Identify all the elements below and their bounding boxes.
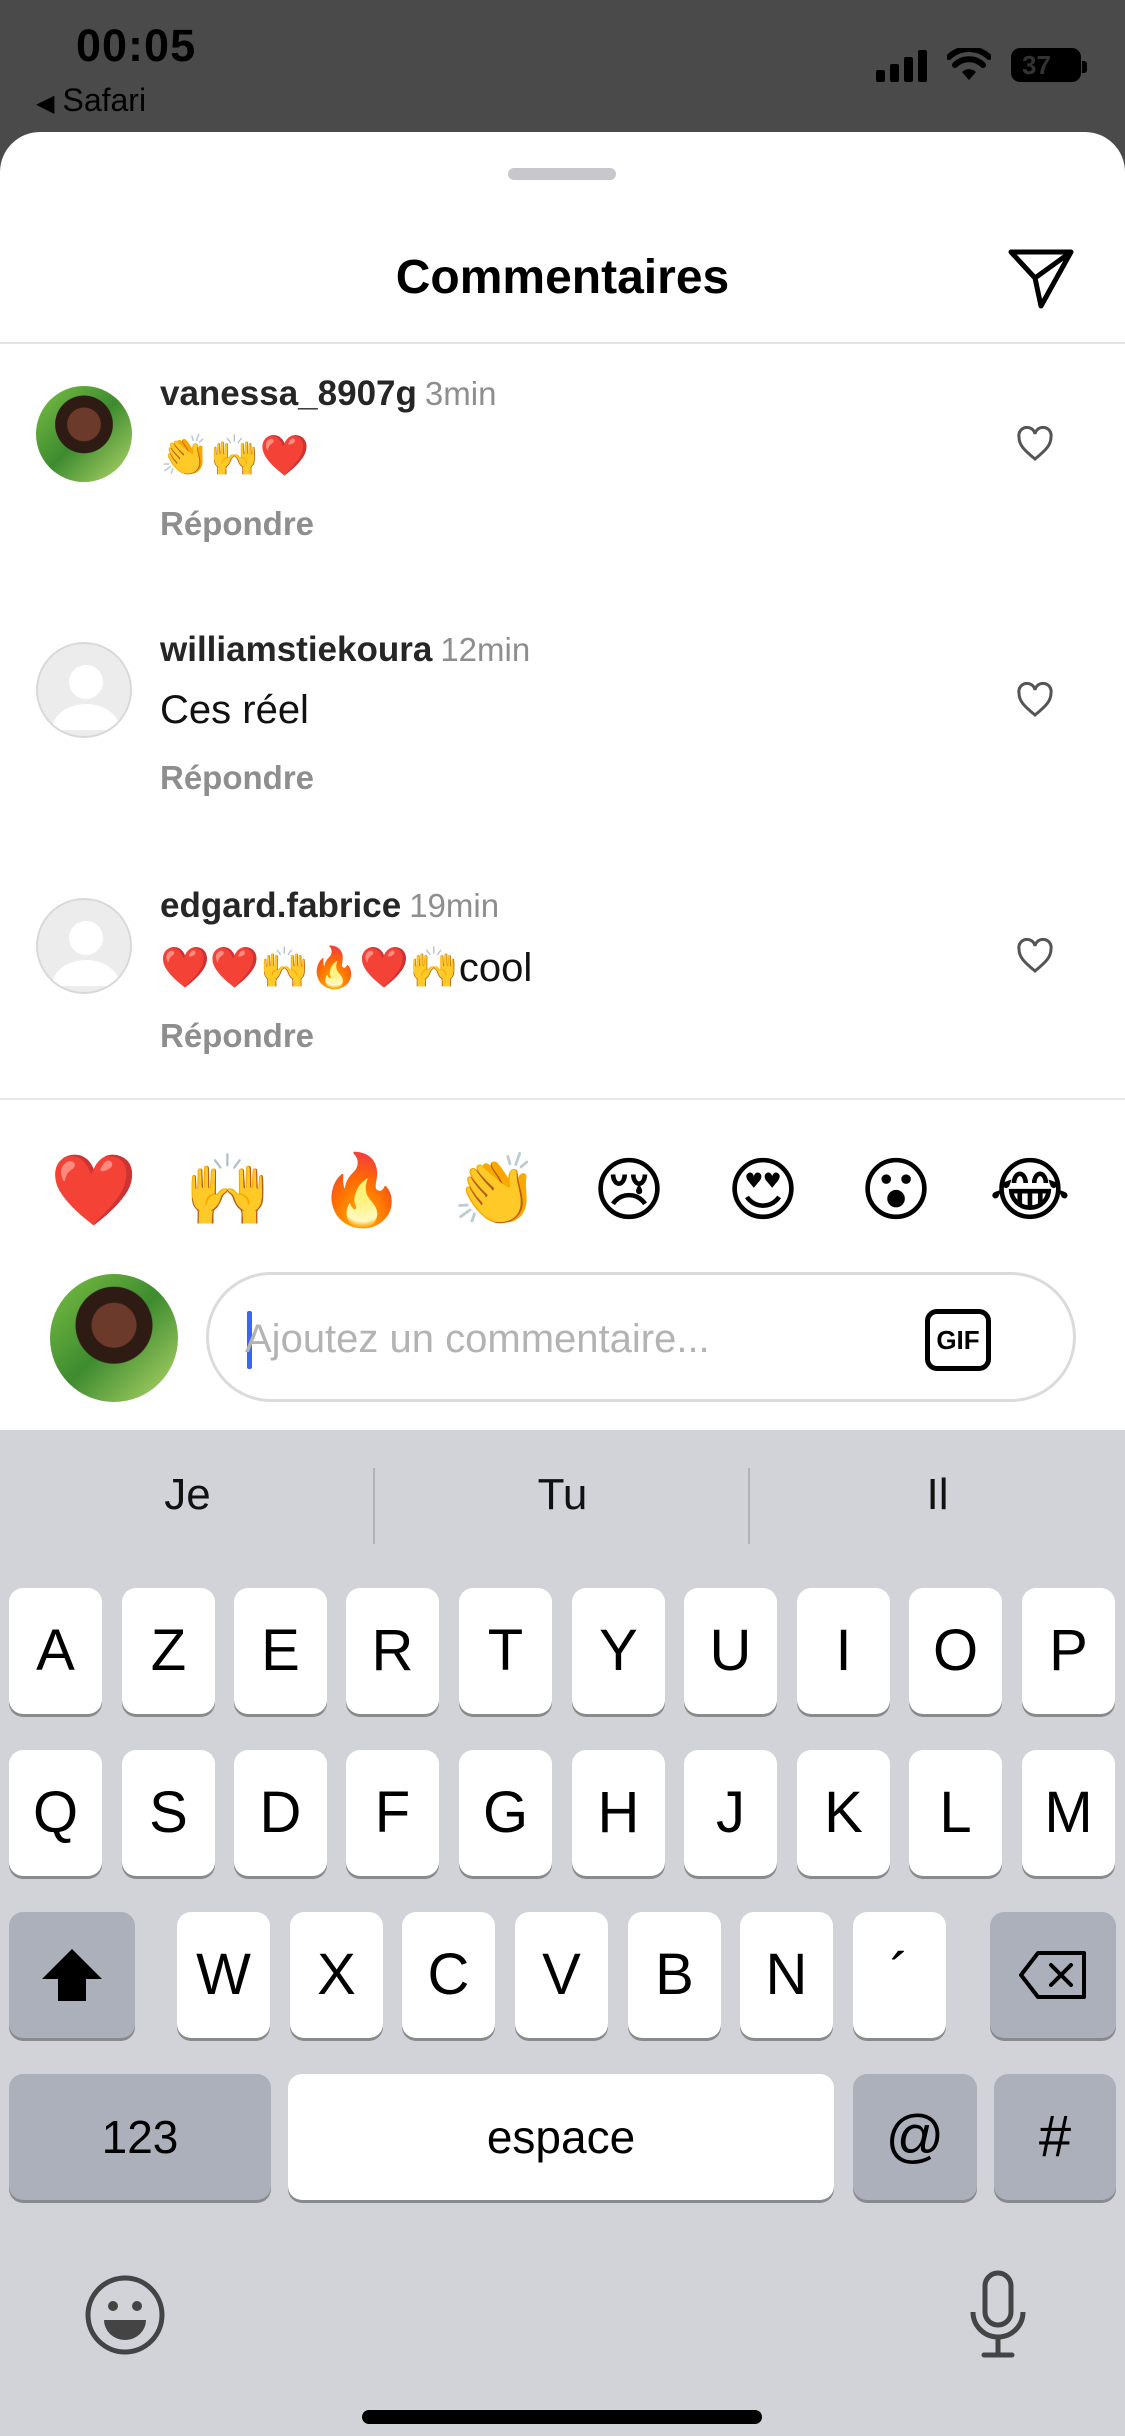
- reaction-crying[interactable]: 😢: [581, 1142, 677, 1238]
- comment-username[interactable]: vanessa_8907g: [160, 374, 417, 413]
- key[interactable]: ´: [853, 1912, 946, 2038]
- key[interactable]: O: [909, 1588, 1002, 1714]
- status-time: 00:05: [76, 20, 197, 71]
- reply-button[interactable]: Répondre: [160, 505, 980, 543]
- numbers-key[interactable]: 123: [9, 2074, 271, 2200]
- key[interactable]: I: [797, 1588, 890, 1714]
- suggestion-item[interactable]: Il: [750, 1470, 1125, 1520]
- reaction-laughing[interactable]: 😂: [982, 1142, 1078, 1238]
- comment-time: 12min: [440, 631, 531, 668]
- shift-key[interactable]: [9, 1912, 135, 2038]
- wifi-icon: [947, 48, 991, 80]
- comment-item: williamstiekoura 12min Ces réel Répondre: [0, 630, 1125, 862]
- comment-body: vanessa_8907g 3min 👏🙌❤️ Répondre: [160, 374, 980, 543]
- key[interactable]: W: [177, 1912, 270, 2038]
- heart-icon[interactable]: [1016, 682, 1054, 718]
- key[interactable]: Q: [9, 1750, 102, 1876]
- heart-icon[interactable]: [1016, 426, 1054, 462]
- default-avatar-icon: [52, 921, 120, 986]
- default-avatar-icon: [52, 665, 120, 730]
- comment-input[interactable]: [245, 1307, 885, 1371]
- share-send-icon[interactable]: [1005, 240, 1077, 312]
- key[interactable]: Y: [572, 1588, 665, 1714]
- reactions-divider: [0, 1098, 1125, 1100]
- key[interactable]: U: [684, 1588, 777, 1714]
- key[interactable]: G: [459, 1750, 552, 1876]
- comment-text: ❤️❤️🙌🔥❤️🙌cool: [160, 946, 533, 990]
- comment-item: edgard.fabrice 19min ❤️❤️🙌🔥❤️🙌cool Répond…: [0, 886, 1125, 1118]
- comment-body: williamstiekoura 12min Ces réel Répondre: [160, 630, 980, 797]
- key[interactable]: N: [740, 1912, 833, 2038]
- suggestion-item[interactable]: Tu: [375, 1470, 750, 1520]
- key[interactable]: Z: [122, 1588, 215, 1714]
- hash-key[interactable]: #: [994, 2074, 1116, 2200]
- heart-icon[interactable]: [1016, 938, 1054, 974]
- shift-arrow-icon: [42, 1949, 102, 2001]
- key[interactable]: S: [122, 1750, 215, 1876]
- reply-button[interactable]: Répondre: [160, 759, 980, 797]
- sheet-title: Commentaires: [395, 251, 730, 304]
- back-to-app-link[interactable]: ◀ Safari: [36, 82, 146, 119]
- key[interactable]: F: [346, 1750, 439, 1876]
- comment-body: edgard.fabrice 19min ❤️❤️🙌🔥❤️🙌cool Répond…: [160, 886, 980, 1055]
- comment-text: 👏🙌❤️: [160, 434, 310, 478]
- reaction-surprised[interactable]: 😮: [848, 1142, 944, 1238]
- key[interactable]: K: [797, 1750, 890, 1876]
- status-bar: 00:05 ◀ Safari 37: [0, 0, 1125, 135]
- key[interactable]: C: [402, 1912, 495, 2038]
- reaction-heart[interactable]: ❤️: [46, 1142, 142, 1238]
- key[interactable]: P: [1022, 1588, 1115, 1714]
- reply-button[interactable]: Répondre: [160, 1017, 980, 1055]
- comment-time: 19min: [409, 887, 500, 924]
- header-divider: [0, 342, 1125, 344]
- reaction-fire[interactable]: 🔥: [314, 1142, 410, 1238]
- battery-icon: 37: [1011, 48, 1087, 82]
- avatar[interactable]: [36, 386, 132, 482]
- current-user-avatar: [50, 1274, 178, 1402]
- comment-username[interactable]: williamstiekoura: [160, 630, 432, 669]
- home-indicator[interactable]: [362, 2410, 762, 2424]
- autocorrect-suggestions: Je Tu Il: [0, 1430, 1125, 1580]
- delete-key[interactable]: [990, 1912, 1116, 2038]
- avatar[interactable]: [36, 642, 132, 738]
- avatar[interactable]: [36, 898, 132, 994]
- status-icons: 37: [876, 48, 1087, 82]
- emoji-keyboard-icon[interactable]: [84, 2274, 166, 2356]
- key[interactable]: L: [909, 1750, 1002, 1876]
- at-key[interactable]: @: [853, 2074, 977, 2200]
- comment-text: Ces réel: [160, 688, 309, 732]
- key[interactable]: V: [515, 1912, 608, 2038]
- key[interactable]: T: [459, 1588, 552, 1714]
- comment-item: vanessa_8907g 3min 👏🙌❤️ Répondre: [0, 374, 1125, 606]
- key[interactable]: B: [628, 1912, 721, 2038]
- key[interactable]: R: [346, 1588, 439, 1714]
- keyboard: Je Tu Il A Z E R T Y U I O P Q S D F G H…: [0, 1430, 1125, 2436]
- backspace-icon: [1019, 1951, 1086, 1999]
- microphone-icon[interactable]: [968, 2270, 1028, 2360]
- key[interactable]: X: [290, 1912, 383, 2038]
- reaction-heart-eyes[interactable]: 😍: [715, 1142, 811, 1238]
- back-triangle-icon: ◀: [36, 90, 55, 117]
- key[interactable]: M: [1022, 1750, 1115, 1876]
- key[interactable]: J: [684, 1750, 777, 1876]
- quick-reactions-bar: ❤️ 🙌 🔥 👏 😢 😍 😮 😂: [0, 1142, 1125, 1238]
- suggestion-item[interactable]: Je: [0, 1470, 375, 1520]
- comment-time: 3min: [424, 375, 497, 412]
- sheet-grabber[interactable]: [508, 168, 616, 180]
- key[interactable]: D: [234, 1750, 327, 1876]
- key[interactable]: H: [572, 1750, 665, 1876]
- gif-button[interactable]: GIF: [925, 1309, 991, 1371]
- reaction-raised-hands[interactable]: 🙌: [180, 1142, 276, 1238]
- key[interactable]: E: [234, 1588, 327, 1714]
- comments-sheet: Commentaires vanessa_8907g 3min 👏🙌❤️ Répo…: [0, 132, 1125, 1432]
- key[interactable]: A: [9, 1588, 102, 1714]
- back-app-label: Safari: [62, 82, 147, 118]
- battery-level: 37: [1022, 50, 1051, 80]
- reaction-clap[interactable]: 👏: [448, 1142, 544, 1238]
- cellular-signal-icon: [876, 48, 927, 82]
- space-key[interactable]: espace: [288, 2074, 834, 2200]
- comment-input-container[interactable]: GIF: [206, 1272, 1076, 1402]
- comment-username[interactable]: edgard.fabrice: [160, 886, 401, 925]
